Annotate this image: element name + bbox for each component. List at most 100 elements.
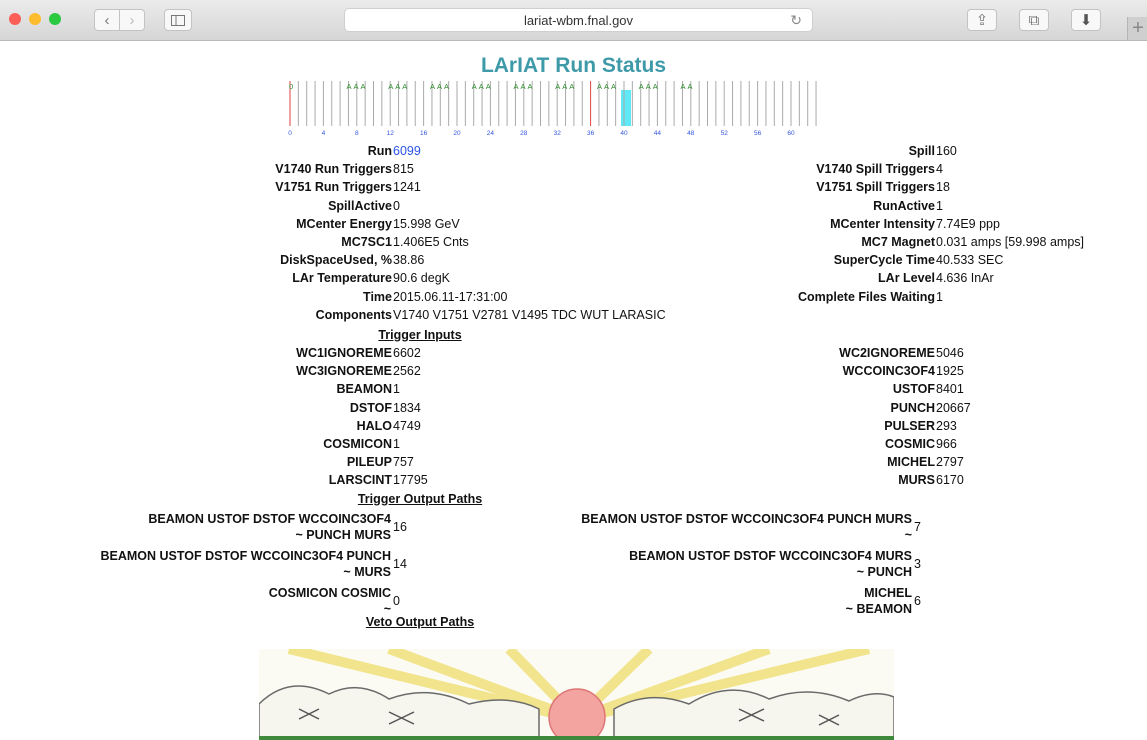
- field-label: MCenter Energy: [296, 216, 392, 231]
- run-bar-tick-label: 4: [322, 130, 326, 137]
- field-value: 6602: [393, 346, 421, 360]
- close-window-button[interactable]: [9, 13, 21, 25]
- minimize-window-button[interactable]: [29, 13, 41, 25]
- run-bar-group-label: AAA: [597, 82, 618, 91]
- output-path-veto: ~: [904, 528, 912, 542]
- field-label: COSMIC: [885, 437, 935, 451]
- run-bar-tick-label: 8: [355, 130, 359, 137]
- field-value: 1: [936, 289, 943, 304]
- run-bar-tick-label: 56: [754, 130, 762, 137]
- field-label: MCenter Intensity: [830, 216, 935, 231]
- tabs-icon: ⧉: [1028, 12, 1040, 29]
- field-label: V1740 Run Triggers: [275, 162, 392, 177]
- download-icon: ⬇: [1079, 12, 1093, 29]
- field-label: PUNCH: [890, 400, 935, 415]
- field-label: V1751 Run Triggers: [275, 180, 392, 195]
- run-bar-tick-label: 12: [387, 130, 395, 137]
- run-bar-tick-label: 52: [721, 130, 729, 137]
- plus-icon: +: [1132, 17, 1144, 39]
- run-status-bar: AAA AAA AAA AAA AAA AAA AAA AAA AA00 4 8 12 16 20 24 28…: [288, 81, 817, 137]
- field-value: V1740 V1751 V2781 V1495 TDC WUT LARASIC: [393, 307, 666, 322]
- run-bar-group-label: AAA: [555, 82, 576, 91]
- run-bar-tick-label: 40: [620, 130, 628, 137]
- field-label: BEAMON: [336, 382, 392, 397]
- run-bar-group-label: AAA: [472, 82, 493, 91]
- page-title: LArIAT Run Status: [480, 54, 667, 77]
- field-value: 18: [936, 180, 950, 195]
- field-value: 293: [936, 418, 957, 433]
- output-path-expression: COSMICON COSMIC: [268, 586, 391, 600]
- field-label: DSTOF: [349, 400, 392, 415]
- address-bar[interactable]: lariat-wbm.fnal.gov ↻: [344, 8, 813, 32]
- output-path-expression: BEAMON USTOF DSTOF WCCOINC3OF4: [148, 512, 391, 526]
- field-value: 4.636 InAr: [936, 271, 994, 286]
- field-label: PULSER: [884, 418, 935, 433]
- field-label: MICHEL: [887, 455, 935, 470]
- field-label: Spill: [908, 144, 935, 158]
- field-value: 1: [936, 198, 943, 213]
- sidebar-icon: [171, 15, 185, 26]
- field-value[interactable]: 6099: [393, 143, 421, 160]
- field-value: 1834: [393, 400, 421, 415]
- field-value: 40.533 SEC: [936, 253, 1004, 268]
- field-value: 0: [393, 198, 400, 213]
- field-label: Components: [315, 307, 392, 322]
- downloads-button[interactable]: ⬇: [1071, 9, 1101, 31]
- field-label: SuperCycle Time: [833, 253, 935, 268]
- field-label: V1751 Spill Triggers: [816, 180, 935, 195]
- field-value: 2015.06.11-17:31:00: [393, 289, 508, 304]
- sidebar-button[interactable]: [164, 9, 192, 31]
- zoom-window-button[interactable]: [49, 13, 61, 25]
- output-path-expression: BEAMON USTOF DSTOF WCCOINC3OF4 PUNCH: [100, 549, 391, 563]
- run-bar-tick-label: 20: [453, 130, 461, 137]
- field-label: WCCOINC3OF4: [842, 364, 935, 379]
- trigger-inputs-heading: Trigger Inputs: [378, 328, 462, 342]
- back-button[interactable]: ‹: [94, 9, 120, 31]
- run-bar-tick-label: 36: [587, 130, 595, 137]
- forward-icon: ›: [129, 12, 135, 29]
- output-path-count: 0: [393, 594, 400, 608]
- reload-icon[interactable]: ↻: [790, 9, 802, 32]
- field-label: DiskSpaceUsed, %: [280, 253, 392, 268]
- field-value: 1241: [393, 180, 421, 195]
- run-bar-tick-label: 48: [687, 130, 695, 137]
- run-bar-group-label: AA: [680, 82, 694, 91]
- field-value: 90.6 degK: [393, 271, 450, 286]
- field-value: 4749: [393, 418, 421, 433]
- field-label: LARSCINT: [328, 473, 392, 488]
- field-value: 1: [393, 437, 400, 451]
- field-value: 6170: [936, 473, 964, 488]
- field-value: 160: [936, 144, 957, 158]
- veto-output-heading: Veto Output Paths: [365, 615, 475, 629]
- run-bar-tick-label: 0: [288, 130, 292, 137]
- field-label: LAr Temperature: [292, 271, 392, 286]
- run-bar-tick-label: 32: [554, 130, 562, 137]
- run-bar-tick-label: 60: [787, 130, 795, 137]
- forward-button[interactable]: ›: [119, 9, 145, 31]
- field-label: COSMICON: [323, 437, 392, 451]
- show-tabs-button[interactable]: ⧉: [1019, 9, 1049, 31]
- field-value: 15.998 GeV: [393, 216, 460, 231]
- field-label: WC3IGNOREME: [296, 364, 392, 379]
- output-path-veto: ~ PUNCH: [856, 565, 912, 579]
- url-text: lariat-wbm.fnal.gov: [523, 13, 634, 28]
- field-value: 8401: [936, 382, 964, 397]
- field-label: PILEUP: [346, 455, 392, 470]
- new-tab-button[interactable]: +: [1127, 17, 1147, 40]
- run-bar-first-label: 0: [289, 82, 293, 91]
- run-bar-tick-label: 24: [487, 130, 495, 137]
- field-value: 5046: [936, 346, 964, 360]
- field-value: 0.031 amps [59.998 amps]: [936, 235, 1085, 249]
- run-bar-group-label: AAA: [346, 82, 367, 91]
- field-value: 38.86: [393, 253, 425, 268]
- field-value: 2562: [393, 364, 421, 379]
- field-value: 17795: [393, 473, 428, 488]
- back-icon: ‹: [104, 12, 110, 29]
- field-value: 20667: [936, 400, 971, 415]
- field-label: MC7SC1: [341, 235, 392, 249]
- share-button[interactable]: ⇪: [967, 9, 997, 31]
- output-path-expression: BEAMON USTOF DSTOF WCCOINC3OF4 PUNCH MUR…: [581, 512, 912, 526]
- field-value: 2797: [936, 455, 964, 470]
- run-bar-group-label: AAA: [513, 82, 534, 91]
- field-label: MC7 Magnet: [861, 235, 935, 249]
